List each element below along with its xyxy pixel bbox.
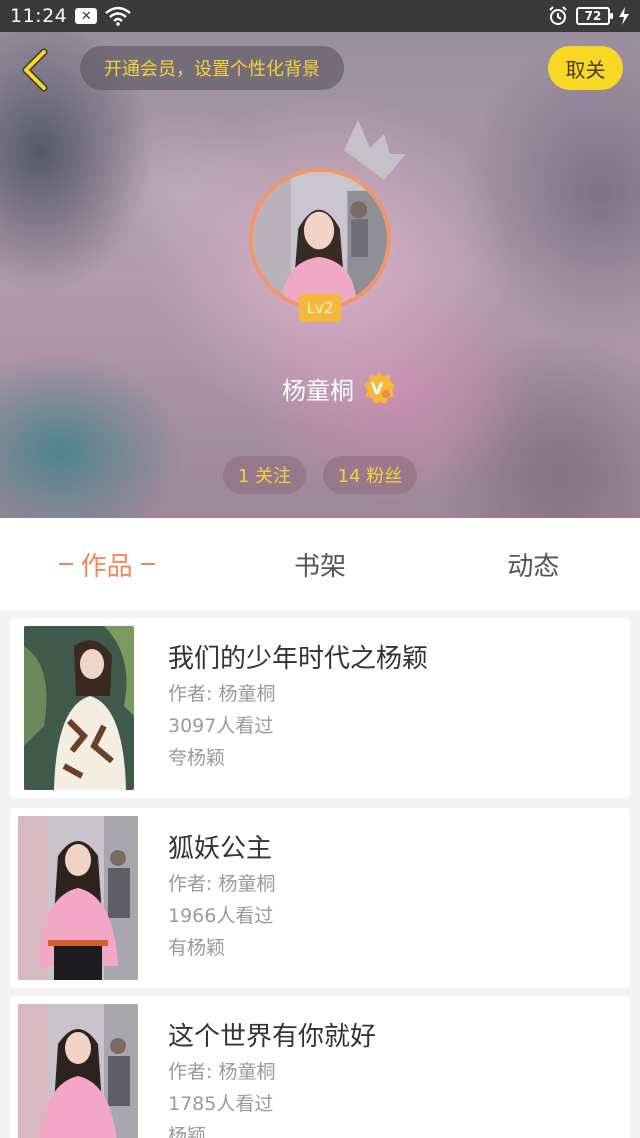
tab-activity-label: 动态 [507,551,560,582]
battery-level: 72 [584,9,602,23]
tab-works[interactable]: 作品 [0,518,213,610]
battery-icon: 72 [576,7,613,25]
list-item[interactable]: 狐妖公主 作者: 杨童桐 1966人看过 有杨颖 [10,808,630,988]
work-title: 这个世界有你就好 [168,1022,377,1052]
work-title: 我们的少年时代之杨颖 [168,644,429,674]
cover-image [24,626,134,790]
work-author: 作者: 杨童桐 [168,873,276,895]
card-info: 我们的少年时代之杨颖 作者: 杨童桐 3097人看过 夸杨颖 [168,640,620,774]
profile-header: 开通会员，设置个性化背景 取关 Lv2 杨童桐 V 1 关注 14 粉丝 [0,32,640,518]
card-info: 狐妖公主 作者: 杨童桐 1966人看过 有杨颖 [168,830,620,964]
tab-activity[interactable]: 动态 [427,518,640,610]
work-views: 1785人看过 [168,1093,274,1115]
vip-background-banner[interactable]: 开通会员，设置个性化背景 [80,46,344,90]
charging-icon [619,7,629,25]
status-time: 11:24 [10,5,68,27]
avatar-photo [253,172,387,306]
fans-count[interactable]: 14 粉丝 [323,456,417,494]
unfollow-button[interactable]: 取关 [548,46,623,90]
work-desc: 杨颖 [168,1125,207,1138]
book-cover [18,1004,138,1138]
back-button[interactable] [14,46,56,94]
notification-close-icon: ✕ [75,8,98,24]
username: 杨童桐 [282,376,354,405]
work-author: 作者: 杨童桐 [168,1061,276,1083]
tab-works-label: 作品 [80,551,133,582]
work-desc: 夸杨颖 [168,747,226,769]
cover-image [18,816,138,980]
tab-bar: 作品 书架 动态 [0,518,640,610]
wifi-icon [105,6,132,26]
verified-v-icon: V [364,372,395,404]
avatar[interactable] [249,168,391,310]
level-badge: Lv2 [299,294,341,322]
card-info: 这个世界有你就好 作者: 杨童桐 1785人看过 杨颖 [168,1018,620,1138]
work-views: 1966人看过 [168,905,274,927]
following-count[interactable]: 1 关注 [223,456,306,494]
list-item[interactable]: 我们的少年时代之杨颖 作者: 杨童桐 3097人看过 夸杨颖 [10,618,630,798]
list-item[interactable]: 这个世界有你就好 作者: 杨童桐 1785人看过 杨颖 [10,996,630,1138]
cover-image [18,1004,138,1138]
tab-active-dash-left [58,563,73,565]
work-title: 狐妖公主 [168,834,273,864]
username-row: 杨童桐 V [0,368,640,408]
work-author: 作者: 杨童桐 [168,683,276,705]
work-desc: 有杨颖 [168,937,226,959]
tab-active-dash-right [140,563,155,565]
tab-bookshelf-label: 书架 [293,551,346,582]
svg-text:V: V [371,379,384,398]
book-cover [18,816,138,980]
work-views: 3097人看过 [168,715,274,737]
alarm-icon [549,6,567,25]
book-cover [24,626,134,790]
status-bar: 11:24 ✕ 72 [0,0,640,32]
chevron-left-icon [22,48,48,92]
tab-bookshelf[interactable]: 书架 [213,518,426,610]
